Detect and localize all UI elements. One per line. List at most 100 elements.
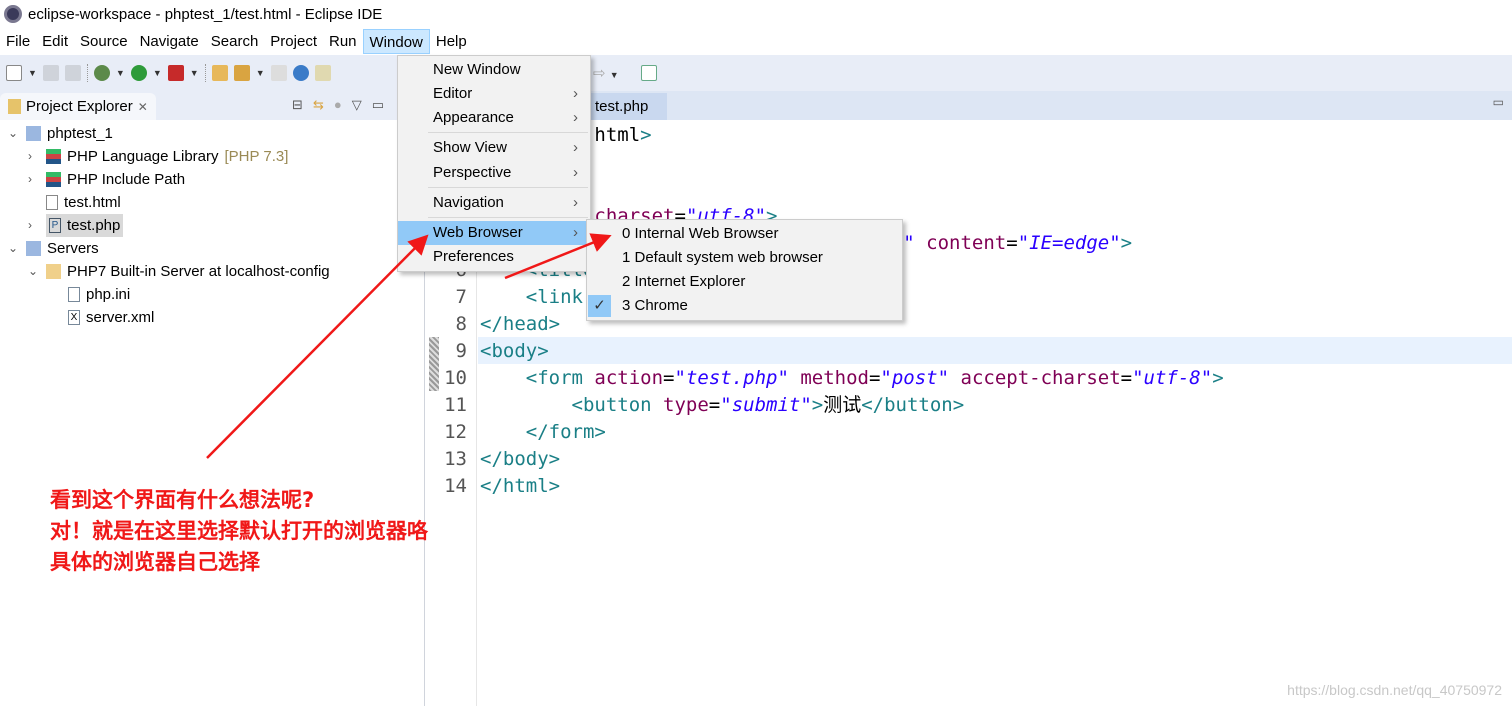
code-line[interactable]: <body> xyxy=(480,338,549,365)
tree-item-server-xml[interactable]: Xserver.xml xyxy=(68,306,154,329)
menu-item-show-view[interactable]: Show View › xyxy=(398,136,590,160)
php-file-icon: P xyxy=(49,218,61,233)
chevron-right-icon: › xyxy=(573,85,578,102)
menu-navigate[interactable]: Navigate xyxy=(134,29,205,54)
minimize-icon[interactable]: ▭ xyxy=(372,97,384,113)
toolbar: ▼ ▼ ▼ ▼ ▼ ⇨ ▼ xyxy=(0,55,1512,91)
tree-item-test-html[interactable]: test.html xyxy=(46,191,121,214)
chevron-right-icon[interactable]: › xyxy=(28,214,40,237)
globe-icon[interactable] xyxy=(292,65,309,81)
folder-icon xyxy=(46,264,61,279)
menu-separator xyxy=(428,217,588,218)
menu-file[interactable]: File xyxy=(0,29,36,54)
debug-icon[interactable] xyxy=(93,65,110,81)
menu-window[interactable]: Window xyxy=(362,29,430,54)
browser-option-internet-explorer[interactable]: 2 Internet Explorer xyxy=(587,270,902,294)
menu-item-preferences[interactable]: Preferences xyxy=(398,245,590,269)
menu-source[interactable]: Source xyxy=(74,29,134,54)
menu-item-web-browser[interactable]: Web Browser › xyxy=(398,221,590,245)
tree-label: PHP7 Built-in Server at localhost-config xyxy=(67,263,330,280)
menu-label: Appearance xyxy=(433,109,514,126)
dropdown-icon[interactable]: ▼ xyxy=(153,68,162,78)
chevron-right-icon: › xyxy=(573,194,578,211)
pen-icon[interactable] xyxy=(233,65,250,81)
browser-option-chrome[interactable]: ✓ 3 Chrome xyxy=(587,294,902,318)
library-icon xyxy=(46,149,61,164)
folder-icon xyxy=(26,241,41,256)
tree-label: Servers xyxy=(47,240,99,257)
menu-label: 2 Internet Explorer xyxy=(622,273,746,290)
minimize-icon[interactable]: ▭ xyxy=(1493,95,1504,109)
tab-label: test.php xyxy=(595,98,649,115)
close-icon[interactable]: ✕ xyxy=(138,100,148,114)
run-icon[interactable] xyxy=(130,65,147,81)
browser-option-default-system[interactable]: 1 Default system web browser xyxy=(587,246,902,270)
menu-project[interactable]: Project xyxy=(264,29,323,54)
tree-item-servers[interactable]: ⌄ Servers xyxy=(8,237,99,260)
external-tools-icon[interactable] xyxy=(167,65,184,81)
code-line[interactable]: </form> xyxy=(480,419,606,446)
menu-edit[interactable]: Edit xyxy=(36,29,74,54)
collapse-all-icon[interactable]: ⊟ xyxy=(292,97,303,113)
tree-item-project[interactable]: ⌄ phptest_1 xyxy=(8,122,113,145)
menu-run[interactable]: Run xyxy=(323,29,363,54)
menu-bar: File Edit Source Navigate Search Project… xyxy=(0,28,1512,55)
menu-search[interactable]: Search xyxy=(205,29,265,54)
dropdown-icon[interactable]: ▼ xyxy=(190,68,199,78)
tree-item-php-language-library[interactable]: › PHP Language Library [PHP 7.3] xyxy=(28,145,288,168)
menu-item-navigation[interactable]: Navigation › xyxy=(398,191,590,215)
browser-option-internal[interactable]: 0 Internal Web Browser xyxy=(587,222,902,246)
chevron-down-icon[interactable]: ⌄ xyxy=(28,260,40,283)
separator xyxy=(86,64,88,82)
menu-item-perspective[interactable]: Perspective › xyxy=(398,161,590,185)
chevron-right-icon[interactable]: › xyxy=(28,168,40,191)
new-window-icon[interactable] xyxy=(641,65,657,81)
line-number: 14 xyxy=(444,475,467,497)
code-line[interactable]: <button type="submit">测试</button> xyxy=(480,392,965,419)
code-line[interactable]: </html> xyxy=(480,473,560,500)
tree-item-test-php[interactable]: › Ptest.php xyxy=(28,214,124,237)
save-icon[interactable] xyxy=(42,65,59,81)
xml-file-icon: X xyxy=(68,310,80,325)
code-line[interactable]: </body> xyxy=(480,446,560,473)
web-browser-submenu: 0 Internal Web Browser 1 Default system … xyxy=(586,219,903,321)
version-decoration: [PHP 7.3] xyxy=(224,148,289,165)
save-all-icon[interactable] xyxy=(64,65,81,81)
new-file-icon[interactable] xyxy=(314,65,331,81)
code-line[interactable]: </head> xyxy=(480,311,560,338)
project-explorer-tab[interactable]: Project Explorer ✕ xyxy=(0,93,156,120)
tree-item-php-include-path[interactable]: › PHP Include Path xyxy=(28,168,185,191)
tree-label: phptest_1 xyxy=(47,125,113,142)
tree-item-php7-server[interactable]: ⌄ PHP7 Built-in Server at localhost-confi… xyxy=(28,260,330,283)
open-folder-icon[interactable] xyxy=(211,65,228,81)
menu-label: Editor xyxy=(433,85,473,102)
menu-item-new-window[interactable]: New Window xyxy=(398,58,590,82)
new-icon[interactable] xyxy=(6,65,22,81)
menu-help[interactable]: Help xyxy=(430,29,473,54)
menu-label: Perspective xyxy=(433,164,512,181)
menu-item-editor[interactable]: Editor › xyxy=(398,82,590,106)
forward-icon[interactable]: ⇨ ▼ xyxy=(593,64,619,82)
menu-label: 1 Default system web browser xyxy=(622,249,823,266)
tab-label: Project Explorer xyxy=(26,98,133,115)
menu-label: 0 Internal Web Browser xyxy=(622,225,779,242)
dropdown-icon[interactable]: ▼ xyxy=(28,68,37,78)
tree-item-php-ini[interactable]: php.ini xyxy=(68,283,130,306)
menu-item-appearance[interactable]: Appearance › xyxy=(398,106,590,130)
annotation-text: 看到这个界面有什么想法呢? 对！就是在这里选择默认打开的浏览器咯 具体的浏览器自… xyxy=(50,485,428,578)
pencil-icon[interactable] xyxy=(270,65,287,81)
chevron-down-icon[interactable]: ⌄ xyxy=(8,237,20,260)
filter-icon[interactable]: ● xyxy=(334,97,342,113)
title-bar: eclipse-workspace - phptest_1/test.html … xyxy=(0,0,1512,28)
view-menu-icon[interactable]: ▽ xyxy=(352,97,362,113)
menu-separator xyxy=(428,187,588,188)
chevron-right-icon[interactable]: › xyxy=(28,145,40,168)
dropdown-icon[interactable]: ▼ xyxy=(116,68,125,78)
chevron-down-icon[interactable]: ⌄ xyxy=(8,122,20,145)
link-editor-icon[interactable]: ⇆ xyxy=(313,97,324,113)
checkmark-icon: ✓ xyxy=(588,295,611,317)
dropdown-icon[interactable]: ▼ xyxy=(256,68,265,78)
line-number: 7 xyxy=(455,286,467,308)
code-line[interactable]: <form action="test.php" method="post" ac… xyxy=(480,365,1224,392)
menu-label: New Window xyxy=(433,61,521,78)
